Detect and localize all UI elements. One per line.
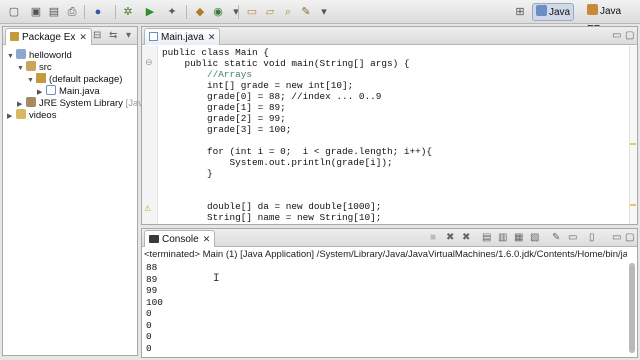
- remove-all-icon[interactable]: ✖: [462, 232, 470, 244]
- source-folder-icon: [26, 61, 36, 71]
- new-icon[interactable]: ▢: [6, 4, 22, 20]
- tree-node-videos[interactable]: ▶ videos: [7, 109, 56, 123]
- scroll-lock-icon[interactable]: ▥: [498, 232, 507, 244]
- code-line: grade[2] = 99;: [162, 113, 286, 124]
- chevron-down-icon[interactable]: ▾: [316, 4, 332, 20]
- open-type-icon[interactable]: ▭: [244, 4, 260, 20]
- expand-arrow-icon[interactable]: ▼: [17, 63, 26, 75]
- code-line: grade[3] = 100;: [162, 124, 292, 135]
- debug-icon[interactable]: ✲: [120, 4, 136, 20]
- toolbar-separator: [84, 5, 85, 19]
- overview-ruler[interactable]: [629, 46, 637, 224]
- toolbar-separator: [186, 5, 187, 19]
- ruler-marker[interactable]: [630, 204, 636, 206]
- code-line: for (int i = 0; i < grade.length; i++){: [162, 146, 433, 157]
- package-explorer-tabbar: Package Ex ✕ ⊟ ⇆ ▾: [3, 27, 137, 45]
- javaee-perspective-icon: [587, 4, 598, 15]
- library-icon: [26, 97, 36, 107]
- code-line: double[] da = new double[1000];: [162, 201, 382, 212]
- tab-main-java[interactable]: Main.java ✕: [144, 28, 221, 45]
- run-icon[interactable]: ▶: [142, 4, 158, 20]
- output-line: 0: [146, 308, 152, 319]
- collapse-all-icon[interactable]: ⊟: [93, 30, 101, 42]
- open-console-icon[interactable]: ✎: [552, 232, 560, 244]
- perspective-javaee[interactable]: Java EE: [584, 3, 640, 35]
- code-line: public static void main(String[] args) {: [162, 58, 410, 69]
- terminate-icon[interactable]: ■: [430, 232, 436, 244]
- perspective-java[interactable]: Java: [532, 3, 575, 21]
- code-line: grade[0] = 88; //index ... 0..9: [162, 91, 382, 102]
- project-icon: [16, 49, 26, 59]
- java-file-icon: [149, 32, 158, 41]
- output-line: 0: [146, 342, 152, 354]
- view-menu-icon[interactable]: ▾: [126, 30, 131, 42]
- external-tools-icon[interactable]: ✦: [164, 4, 180, 20]
- open-folder-icon[interactable]: ▱: [262, 4, 278, 20]
- folder-icon: [16, 109, 26, 119]
- expand-arrow-icon[interactable]: ▼: [7, 51, 16, 63]
- package-explorer-icon: [10, 32, 19, 41]
- tab-package-explorer[interactable]: Package Ex ✕: [5, 28, 92, 45]
- display-selected-icon[interactable]: ▭: [568, 232, 577, 244]
- pin-console-icon[interactable]: ▦: [514, 232, 523, 244]
- collapse-arrow-icon[interactable]: ▶: [7, 111, 16, 123]
- console-tabbar: Console ✕ ■ ✖ ✖ ▤ ▥ ▦ ▧ ✎ ▭ ▯ ▭ ▢: [142, 229, 637, 247]
- output-line: 88: [146, 262, 158, 273]
- run-config-icon[interactable]: ●: [90, 4, 106, 20]
- text-cursor-icon: I: [213, 273, 220, 285]
- close-icon[interactable]: ✕: [79, 32, 87, 42]
- output-line: 100: [146, 296, 163, 308]
- console-status: <terminated> Main (1) [Java Application]…: [144, 249, 627, 260]
- package-icon: [36, 73, 46, 83]
- open-perspective-icon[interactable]: ⊞: [512, 4, 528, 20]
- code-line: System.out.println(grade[i]);: [162, 157, 393, 168]
- main-toolbar: ▢ ▣ ▤ ⎙ ● ✲ ▶ ✦ ◆ ◉ ▾ ▭ ▱ ⌕ ✎ ▾ ⊞ Java J…: [0, 0, 640, 35]
- link-editor-icon[interactable]: ⇆: [109, 30, 117, 42]
- save-icon[interactable]: ▣: [28, 4, 44, 20]
- console-scrollbar[interactable]: [629, 263, 635, 353]
- ruler-marker[interactable]: [630, 143, 636, 145]
- output-line: 89: [146, 273, 158, 285]
- search-icon[interactable]: ⌕: [280, 4, 296, 20]
- minimize-icon[interactable]: ▭: [612, 30, 621, 42]
- code-line: //Arrays: [162, 69, 253, 80]
- word-wrap-icon[interactable]: ▧: [530, 232, 539, 244]
- console-panel: Console ✕ ■ ✖ ✖ ▤ ▥ ▦ ▧ ✎ ▭ ▯ ▭ ▢ <termin…: [141, 228, 638, 358]
- package-explorer-panel: Package Ex ✕ ⊟ ⇆ ▾ ▼ helloworld ▼ src ▼ (def…: [2, 26, 148, 356]
- editor-panel: Main.java ✕ ▭ ▢ ⊖ ⚠ public class Main { p…: [141, 26, 638, 225]
- code-line: String[] name = new String[10];: [162, 212, 382, 223]
- toolbar-separator: [238, 5, 239, 19]
- chevron-down-icon[interactable]: ▾: [228, 4, 244, 20]
- editor-tabbar: Main.java ✕ ▭ ▢: [142, 27, 637, 45]
- remove-launch-icon[interactable]: ✖: [446, 232, 454, 244]
- new-package-icon[interactable]: ◆: [192, 4, 208, 20]
- print-icon[interactable]: ⎙: [64, 4, 80, 20]
- pencil-icon[interactable]: ✎: [298, 4, 314, 20]
- new-class-icon[interactable]: ◉: [210, 4, 226, 20]
- close-icon[interactable]: ✕: [208, 32, 216, 42]
- output-line: 99: [146, 285, 158, 296]
- maximize-icon[interactable]: ▢: [625, 30, 634, 42]
- java-file-icon: [46, 85, 56, 95]
- java-perspective-icon: [536, 5, 547, 16]
- editor-gutter: ⊖ ⚠: [142, 46, 158, 224]
- minimize-icon[interactable]: ▭: [612, 232, 621, 244]
- expand-arrow-icon[interactable]: ▼: [27, 75, 36, 87]
- console-icon: [149, 235, 159, 243]
- close-icon[interactable]: ✕: [203, 234, 211, 244]
- output-line: 0: [146, 319, 152, 331]
- clear-console-icon[interactable]: ▤: [482, 232, 491, 244]
- maximize-icon[interactable]: ▢: [625, 232, 634, 244]
- tab-console[interactable]: Console ✕: [144, 230, 216, 247]
- save-all-icon[interactable]: ▤: [46, 4, 62, 20]
- code-line: public class Main {: [162, 47, 269, 58]
- code-line: }: [162, 168, 213, 179]
- output-line: 0: [146, 331, 152, 342]
- code-line: grade[1] = 89;: [162, 102, 286, 113]
- fold-icon[interactable]: ⊖: [145, 57, 153, 68]
- code-line: int[] grade = new int[10];: [162, 80, 354, 91]
- warning-icon: ⚠: [144, 204, 152, 213]
- toolbar-separator: [115, 5, 116, 19]
- new-console-icon[interactable]: ▯: [589, 232, 595, 244]
